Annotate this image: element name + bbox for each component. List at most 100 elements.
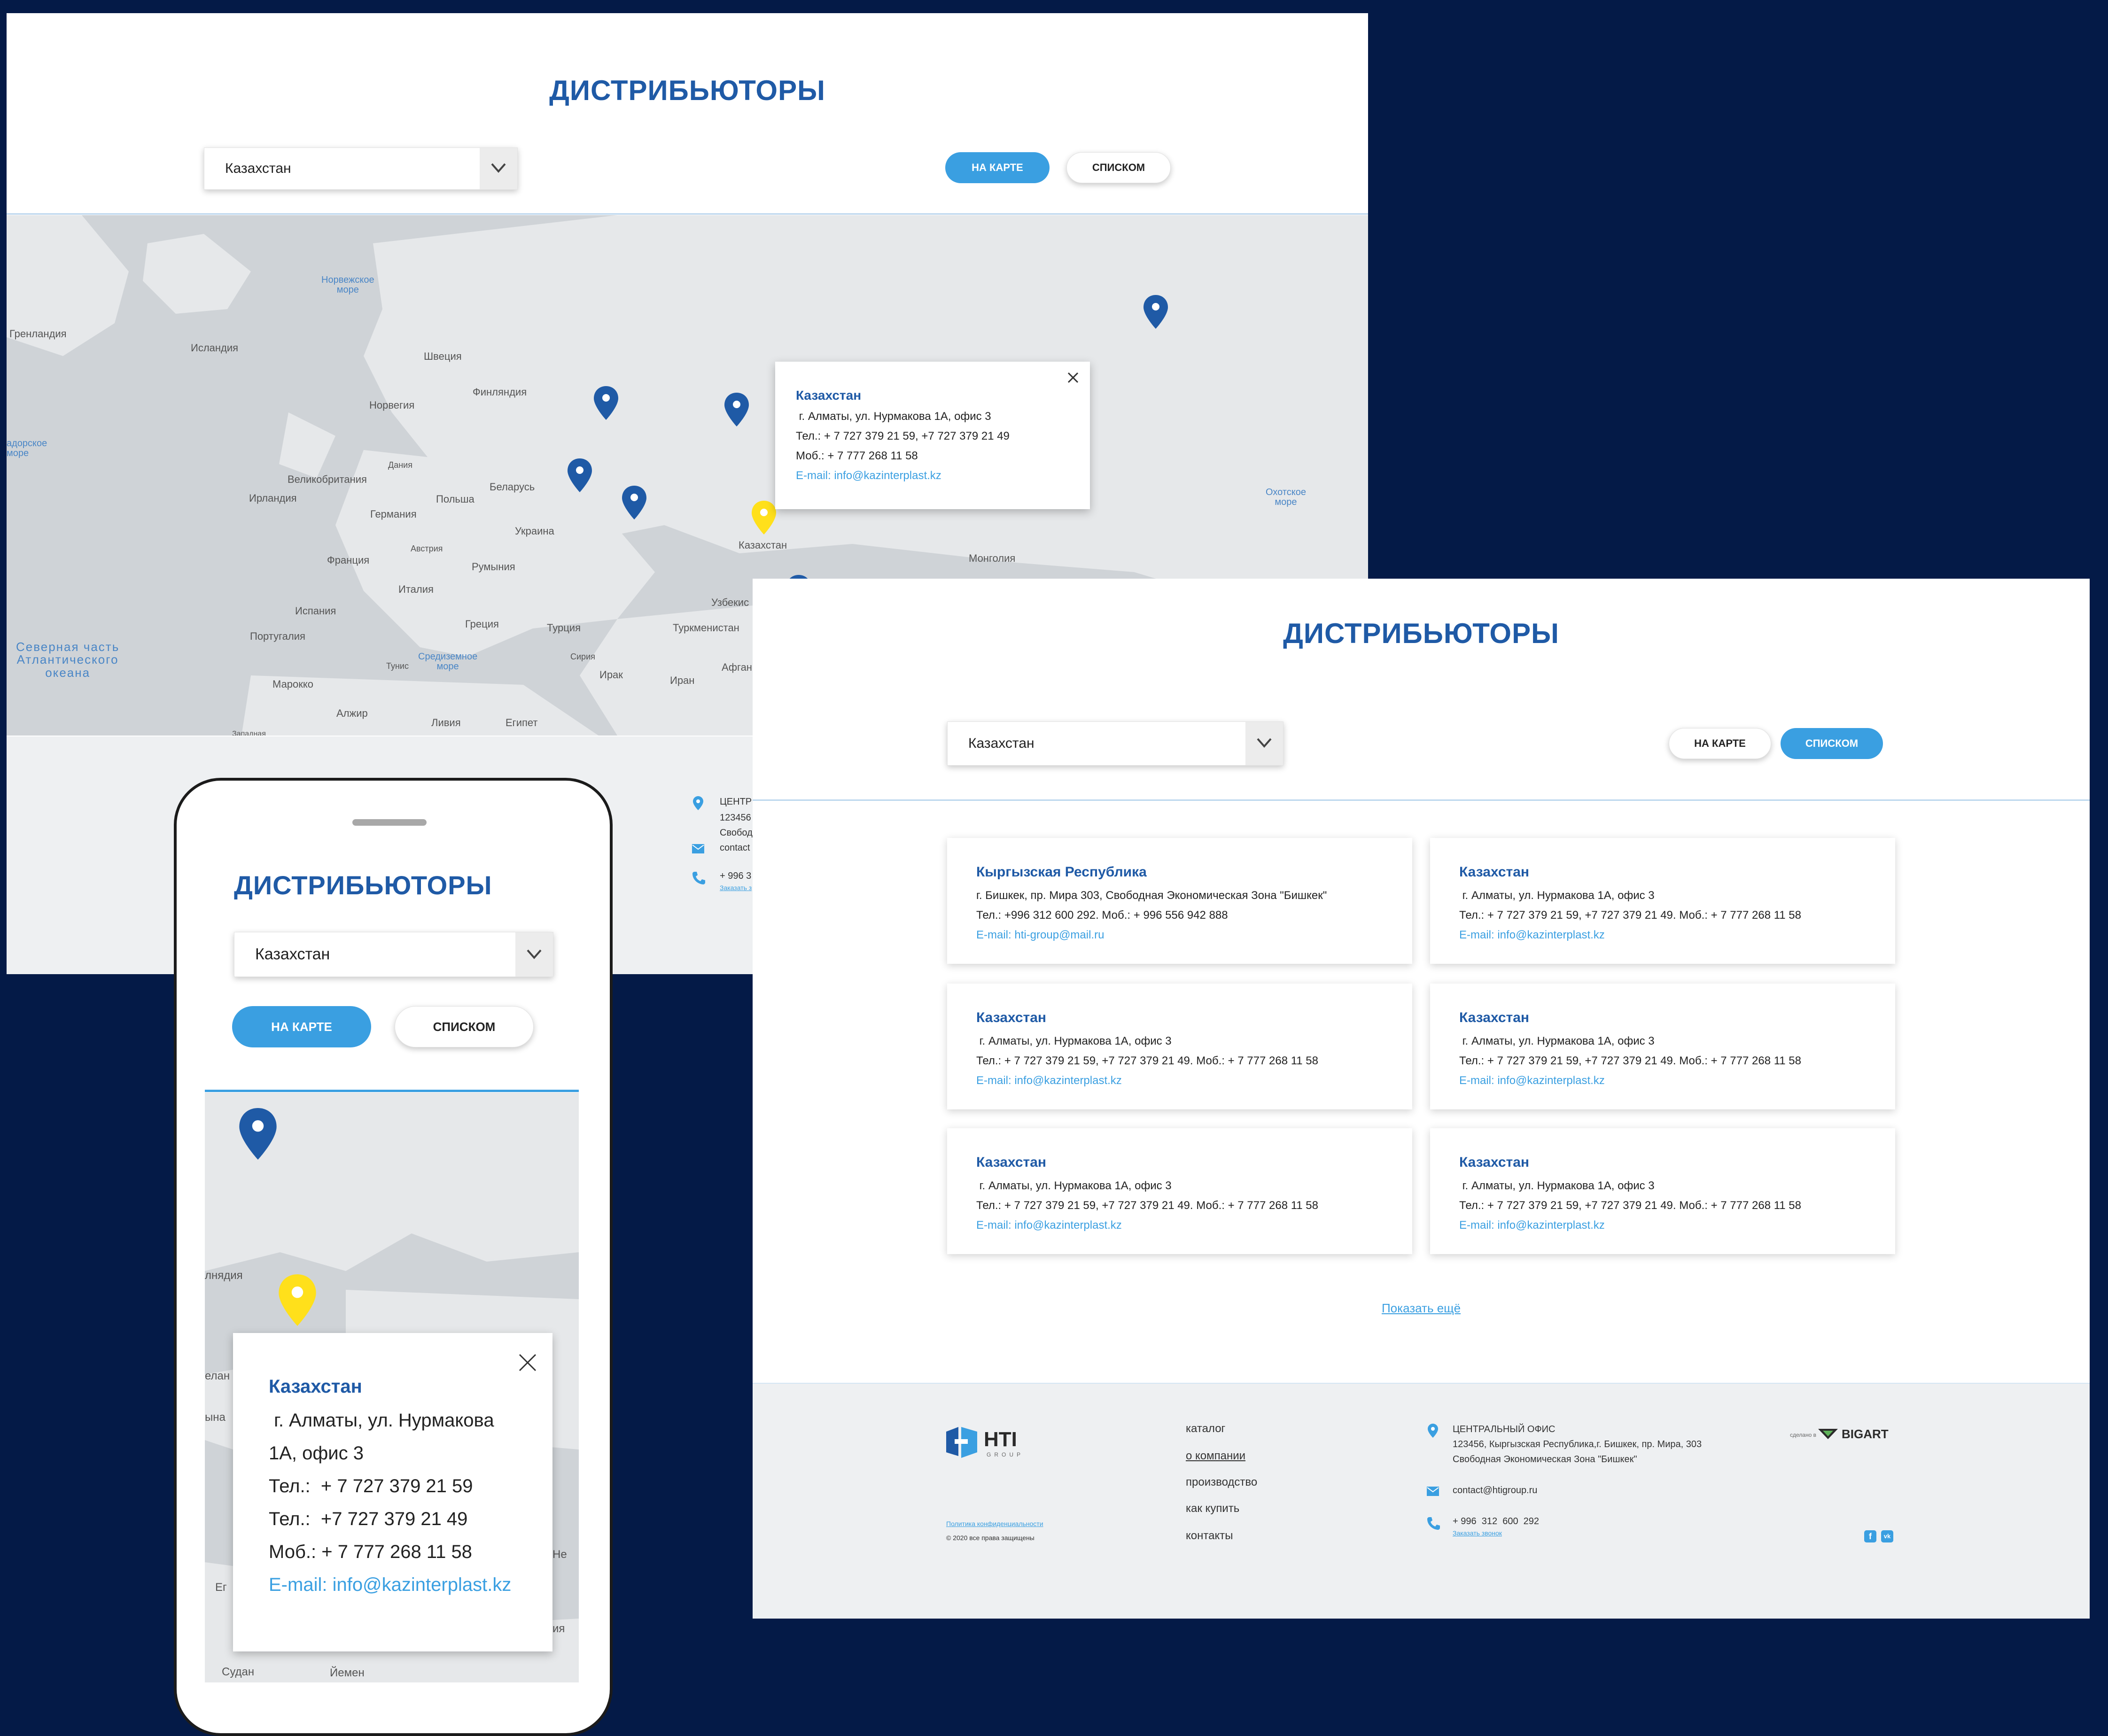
card-email-link[interactable]: E-mail: info@kazinterplast.kz bbox=[976, 1216, 1412, 1235]
map-view-button[interactable]: НА КАРТЕ bbox=[1669, 728, 1771, 759]
popup-address: г. Алматы, ул. Нурмакова 1А, офис 3 bbox=[796, 410, 991, 423]
email-link[interactable]: contact@htigroup.ru bbox=[1453, 1485, 1537, 1496]
footer-nav-production[interactable]: производство bbox=[1186, 1476, 1257, 1489]
bigart-logo-icon bbox=[1818, 1429, 1838, 1439]
map[interactable]: лнядия елан ына Ег Не ия Судан Йемен Каз… bbox=[205, 1093, 579, 1682]
map-label: елан bbox=[205, 1370, 230, 1382]
country-select[interactable]: Казахстан bbox=[947, 721, 1283, 766]
map-label-spain: Испания bbox=[295, 605, 336, 617]
map-pin[interactable] bbox=[621, 485, 647, 523]
callback-link[interactable]: Заказать звонок bbox=[1453, 1529, 1502, 1537]
mail-icon bbox=[1426, 1486, 1439, 1499]
card-address: г. Алматы, ул. Нурмакова 1А, офис 3 bbox=[1459, 1179, 1655, 1192]
footer-nav-about[interactable]: о компании bbox=[1186, 1449, 1245, 1463]
map-label-kazakhstan: Казахстан bbox=[739, 539, 787, 551]
popup-phones: Тел.: + 7 727 379 21 59, +7 727 379 21 4… bbox=[796, 430, 1010, 442]
card-email-link[interactable]: E-mail: info@kazinterplast.kz bbox=[1459, 925, 1895, 945]
card-phones: Тел.: + 7 727 379 21 59, +7 727 379 21 4… bbox=[976, 1199, 1318, 1212]
card-email-link[interactable]: E-mail: info@kazinterplast.kz bbox=[1459, 1216, 1895, 1235]
card-phones: Тел.: + 7 727 379 21 59, +7 727 379 21 4… bbox=[1459, 909, 1801, 922]
map-label-syria: Сирия bbox=[570, 652, 595, 661]
popup-address: г. Алматы, ул. Нурмакова bbox=[269, 1410, 494, 1431]
card-country: Казахстан bbox=[976, 1155, 1047, 1170]
popup-mobile: Моб.: + 7 777 268 11 58 bbox=[796, 450, 918, 462]
mail-icon bbox=[692, 844, 705, 856]
callback-link[interactable]: Заказать з bbox=[720, 884, 752, 891]
map-pin[interactable] bbox=[1143, 294, 1169, 332]
card-phones: Тел.: + 7 727 379 21 59, +7 727 379 21 4… bbox=[976, 1054, 1318, 1067]
divider bbox=[205, 1090, 579, 1092]
page-title: ДИСТРИБЬЮТОРЫ bbox=[549, 75, 825, 106]
popup-email-link[interactable]: E-mail: info@kazinterplast.kz bbox=[269, 1568, 552, 1601]
card-email-link[interactable]: E-mail: hti-group@mail.ru bbox=[976, 925, 1412, 945]
location-icon bbox=[692, 796, 704, 813]
card-phones: Тел.: + 7 727 379 21 59, +7 727 379 21 4… bbox=[1459, 1199, 1801, 1212]
card-country: Кыргызская Республика bbox=[976, 864, 1147, 880]
vk-icon[interactable]: vk bbox=[1881, 1530, 1893, 1542]
page-title: ДИСТРИБЬЮТОРЫ bbox=[234, 870, 492, 900]
country-select[interactable]: Казахстан bbox=[234, 932, 553, 977]
list-view-button[interactable]: СПИСКОМ bbox=[1781, 728, 1883, 759]
map-label-iran: Иран bbox=[670, 674, 695, 686]
facebook-icon[interactable]: f bbox=[1864, 1530, 1876, 1542]
bigart-brand[interactable]: BIGART bbox=[1842, 1427, 1889, 1442]
distributor-card: Казахстан г. Алматы, ул. Нурмакова 1А, о… bbox=[1430, 1128, 1895, 1254]
map-label-finland: Финляндия bbox=[473, 386, 527, 398]
office-address: 123456 bbox=[720, 813, 751, 823]
chevron-down-icon[interactable] bbox=[515, 932, 553, 976]
map-label-sudan: Судан bbox=[222, 1666, 255, 1678]
map-label-greece: Греция bbox=[465, 618, 499, 630]
email-link[interactable]: contact bbox=[720, 843, 750, 853]
map-label-afghanistan: Афган bbox=[722, 661, 752, 673]
map-label-romania: Румыния bbox=[472, 561, 515, 573]
map-label-okhotsk-sea: Охотское море bbox=[1266, 487, 1306, 507]
map-label-labrador-sea: адорское море bbox=[7, 438, 47, 458]
map-pin[interactable] bbox=[593, 385, 619, 423]
map-label-sweden: Швеция bbox=[424, 350, 462, 362]
distributor-popup: Казахстан г. Алматы, ул. Нурмакова 1А, о… bbox=[775, 362, 1090, 509]
office-title: ЦЕНТРАЛЬНЫЙ ОФИС bbox=[1453, 1424, 1556, 1434]
show-more-link[interactable]: Показать ещё bbox=[753, 1301, 2090, 1316]
map-view-button[interactable]: НА КАРТЕ bbox=[232, 1006, 371, 1047]
office-address: 123456, Кыргызская Республика,г. Бишкек,… bbox=[1453, 1439, 1702, 1449]
popup-phone: Тел.: +7 727 379 21 49 bbox=[269, 1509, 468, 1529]
map-label-turkey: Турция bbox=[547, 622, 581, 634]
map-label: ия bbox=[552, 1622, 565, 1635]
card-address: г. Алматы, ул. Нурмакова 1А, офис 3 bbox=[976, 1035, 1172, 1047]
footer-nav-contacts[interactable]: контакты bbox=[1186, 1529, 1233, 1542]
phone-number: + 996 3 bbox=[720, 871, 752, 881]
map-pin-selected[interactable] bbox=[277, 1273, 318, 1330]
map-label-austria: Австрия bbox=[411, 544, 443, 553]
map-label-denmark: Дания bbox=[388, 460, 412, 470]
map-label-libya: Ливия bbox=[431, 717, 461, 728]
close-icon[interactable] bbox=[1066, 371, 1080, 387]
chevron-down-icon[interactable] bbox=[480, 148, 517, 189]
distributor-card: Казахстан г. Алматы, ул. Нурмакова 1А, о… bbox=[947, 1128, 1412, 1254]
map-pin-selected[interactable] bbox=[751, 500, 777, 538]
map-label: Не bbox=[552, 1548, 567, 1561]
map-pin[interactable] bbox=[567, 457, 593, 496]
map-label-algeria: Алжир bbox=[336, 707, 368, 719]
distributor-popup: Казахстан г. Алматы, ул. Нурмакова 1А, о… bbox=[233, 1333, 552, 1651]
list-view-button[interactable]: СПИСКОМ bbox=[395, 1006, 534, 1047]
privacy-link[interactable]: Политика конфиденциальности bbox=[946, 1520, 1043, 1527]
map-view-button[interactable]: НА КАРТЕ bbox=[945, 152, 1050, 183]
close-icon[interactable] bbox=[518, 1353, 537, 1375]
footer-nav-how-to-buy[interactable]: как купить bbox=[1186, 1502, 1239, 1515]
card-email-link[interactable]: E-mail: info@kazinterplast.kz bbox=[1459, 1071, 1895, 1091]
map-pin[interactable] bbox=[238, 1107, 278, 1163]
logo[interactable]: HTI GROUP bbox=[944, 1425, 1034, 1460]
map-label-italy: Италия bbox=[398, 583, 434, 595]
footer-nav-catalog[interactable]: каталог bbox=[1186, 1422, 1225, 1435]
list-view-button[interactable]: СПИСКОМ bbox=[1066, 152, 1171, 183]
popup-mobile: Моб.: + 7 777 268 11 58 bbox=[269, 1542, 472, 1562]
country-select[interactable]: Казахстан bbox=[204, 147, 518, 190]
popup-email-link[interactable]: E-mail: info@kazinterplast.kz bbox=[796, 466, 1090, 486]
chevron-down-icon[interactable] bbox=[1245, 722, 1283, 765]
map-label-great-britain: Великобритания bbox=[288, 473, 367, 485]
map-label-mediterranean: Средиземное море bbox=[418, 651, 478, 672]
map-label-iceland: Исландия bbox=[191, 342, 239, 354]
map-pin[interactable] bbox=[723, 392, 750, 430]
card-email-link[interactable]: E-mail: info@kazinterplast.kz bbox=[976, 1071, 1412, 1091]
distributor-card: Казахстан г. Алматы, ул. Нурмакова 1А, о… bbox=[1430, 838, 1895, 964]
